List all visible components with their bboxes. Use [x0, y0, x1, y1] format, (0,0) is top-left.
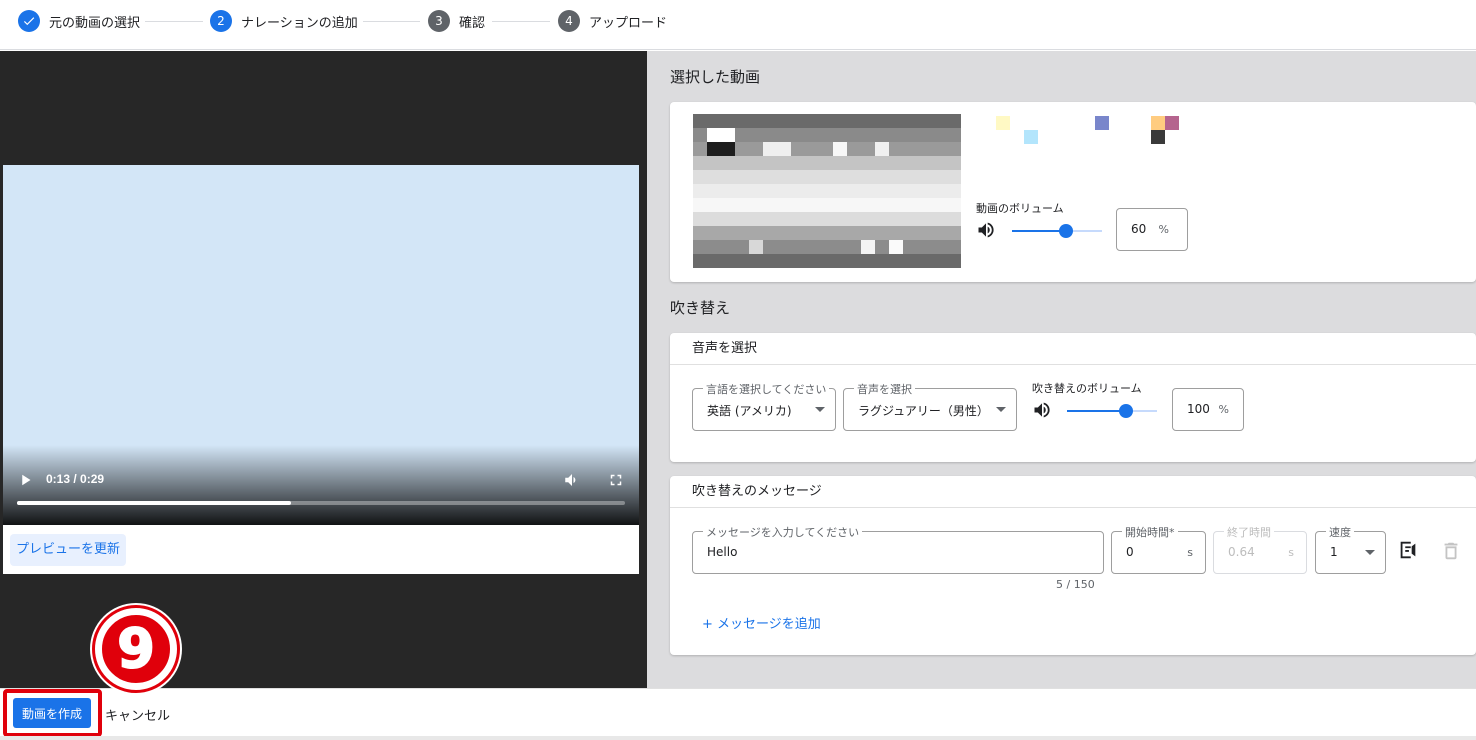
speaker-icon[interactable] — [1032, 400, 1052, 420]
video-volume-label: 動画のボリューム — [976, 202, 1064, 215]
footer-divider — [0, 736, 1476, 740]
chevron-down-icon — [1365, 550, 1375, 555]
step-annotation-badge: 9 — [92, 605, 180, 693]
step-4[interactable]: 4 アップロード — [558, 10, 667, 32]
step-number: 3 — [428, 10, 450, 32]
time-display: 0:13 / 0:29 — [46, 472, 105, 486]
step-number: 2 — [210, 10, 232, 32]
step-2[interactable]: 2 ナレーションの追加 — [210, 10, 358, 32]
preview-speech-icon[interactable] — [1397, 539, 1419, 561]
preview-toolbar: プレビューを更新 — [3, 525, 639, 574]
end-time-input: 終了時間 0.64 s — [1213, 524, 1307, 574]
chevron-down-icon — [815, 407, 825, 412]
stepper: 元の動画の選択 2 ナレーションの追加 3 確認 4 アップロード — [0, 0, 1476, 50]
slider-thumb[interactable] — [1059, 224, 1073, 238]
step-connector — [145, 21, 203, 22]
seek-bar-fill — [17, 501, 291, 505]
step-label: 元の動画の選択 — [49, 15, 141, 31]
slider-thumb[interactable] — [1118, 404, 1133, 418]
color-swatch — [1151, 130, 1165, 144]
fullscreen-icon[interactable] — [607, 471, 625, 489]
step-label: アップロード — [589, 15, 668, 31]
message-input[interactable]: メッセージを入力してください Hello — [692, 524, 1104, 574]
video-player[interactable]: 0:13 / 0:29 — [3, 165, 639, 525]
color-swatch — [1024, 130, 1038, 144]
voice-select[interactable]: 音声を選択 ラグジュアリー（男性） — [843, 381, 1017, 431]
video-volume-slider[interactable] — [1012, 224, 1102, 238]
step-label: 確認 — [459, 15, 486, 31]
speed-select[interactable]: 速度 1 — [1315, 524, 1386, 574]
video-thumbnail — [693, 114, 961, 268]
trash-icon[interactable] — [1440, 540, 1462, 562]
char-counter: 5 / 150 — [1056, 578, 1095, 591]
footer-bar: 動画を作成 キャンセル — [0, 688, 1476, 740]
seek-bar[interactable] — [17, 501, 625, 505]
message-card-header: 吹き替えのメッセージ — [670, 476, 1476, 508]
selected-video-title: 選択した動画 — [670, 68, 761, 86]
voice-select-card: 音声を選択 言語を選択してください 英語 (アメリカ) 音声を選択 ラグジュアリ… — [670, 333, 1476, 462]
step-label: ナレーションの追加 — [241, 15, 358, 31]
dub-volume-label: 吹き替えのボリューム — [1032, 382, 1142, 395]
language-select[interactable]: 言語を選択してください 英語 (アメリカ) — [692, 381, 836, 431]
badge-number: 9 — [116, 617, 156, 680]
color-swatch — [1095, 116, 1109, 130]
step-connector — [492, 21, 550, 22]
preview-panel: 0:13 / 0:29 プレビューを更新 — [0, 51, 647, 688]
color-swatch — [1151, 116, 1165, 130]
step-number: 4 — [558, 10, 580, 32]
dub-message-card: 吹き替えのメッセージ メッセージを入力してください Hello 5 / 150 … — [670, 476, 1476, 655]
start-time-input[interactable]: 開始時間* 0 s — [1111, 524, 1206, 574]
cancel-button[interactable]: キャンセル — [105, 705, 170, 724]
step-connector — [363, 21, 420, 22]
voice-card-header: 音声を選択 — [670, 333, 1476, 365]
check-icon — [18, 10, 40, 32]
video-volume-input[interactable]: 60 % — [1116, 208, 1188, 251]
step-3[interactable]: 3 確認 — [428, 10, 485, 32]
color-swatch — [996, 116, 1010, 130]
color-swatch — [1165, 116, 1179, 130]
dub-volume-input[interactable]: 100 % — [1172, 388, 1244, 431]
dubbing-title: 吹き替え — [670, 299, 731, 317]
refresh-preview-button[interactable]: プレビューを更新 — [10, 534, 127, 566]
badge-inner: 9 — [99, 612, 173, 686]
volume-icon[interactable] — [563, 471, 581, 489]
chevron-down-icon — [996, 407, 1006, 412]
selected-video-card: 動画のボリューム 60 % — [670, 102, 1476, 282]
settings-panel: 選択した動画 動画のボリューム 60 % 吹き替え 音声を選択 言語を選択してく… — [647, 51, 1476, 688]
add-message-link[interactable]: + メッセージを追加 — [702, 613, 821, 632]
speaker-icon[interactable] — [976, 220, 996, 240]
step-1[interactable]: 元の動画の選択 — [18, 10, 140, 32]
play-icon[interactable] — [17, 471, 35, 489]
create-video-button[interactable]: 動画を作成 — [13, 698, 91, 728]
dub-volume-slider[interactable] — [1067, 404, 1157, 418]
